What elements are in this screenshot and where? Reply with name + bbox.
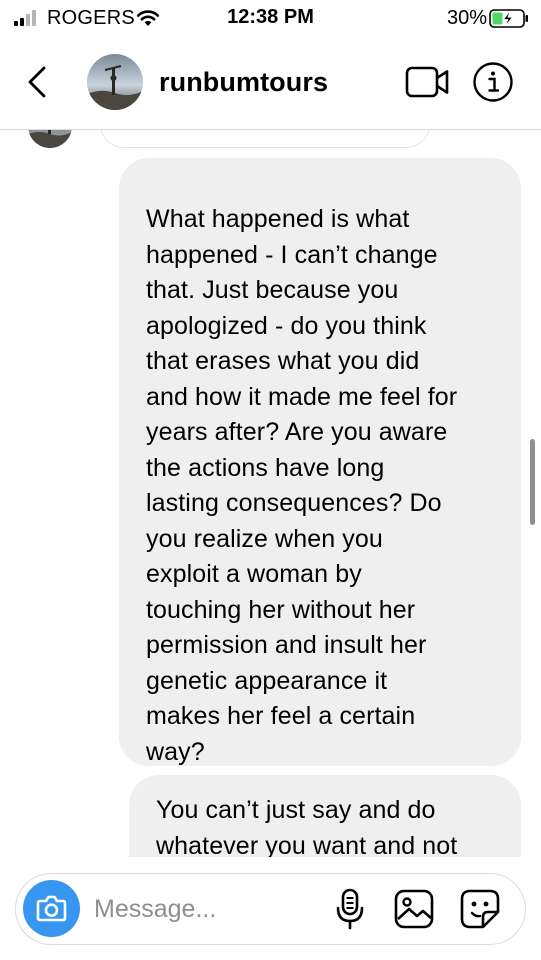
message-composer [15,873,526,945]
message-text: What happened is what happened - I can’t… [146,205,458,766]
battery-percentage: 30% [447,7,488,29]
status-bar: ROGERS 12:38 PM 30% [0,0,541,36]
message-bubble[interactable]: What happened is what happened - I can’t… [119,158,521,766]
avatar-photo [87,54,143,110]
sticker-button[interactable] [459,888,501,930]
message-bubble[interactable]: You can’t just say and do whatever you w… [129,775,521,857]
previous-message-bubble [100,130,430,148]
message-text: You can’t just say and do whatever you w… [156,796,458,857]
video-call-button[interactable] [405,65,451,99]
message-thread[interactable]: What happened is what happened - I can’t… [0,130,541,857]
info-button[interactable] [472,61,514,103]
sender-avatar [28,130,72,148]
message-input[interactable] [94,892,304,926]
conversation-header: runbumtours [0,36,541,130]
camera-icon [36,895,67,922]
back-button[interactable] [22,64,52,100]
camera-button[interactable] [23,880,80,937]
scrollbar[interactable] [530,439,535,525]
avatar[interactable] [87,54,143,110]
gallery-button[interactable] [393,888,435,930]
conversation-username[interactable]: runbumtours [159,67,328,98]
battery-charging-icon [489,9,528,28]
microphone-button[interactable] [334,887,366,931]
